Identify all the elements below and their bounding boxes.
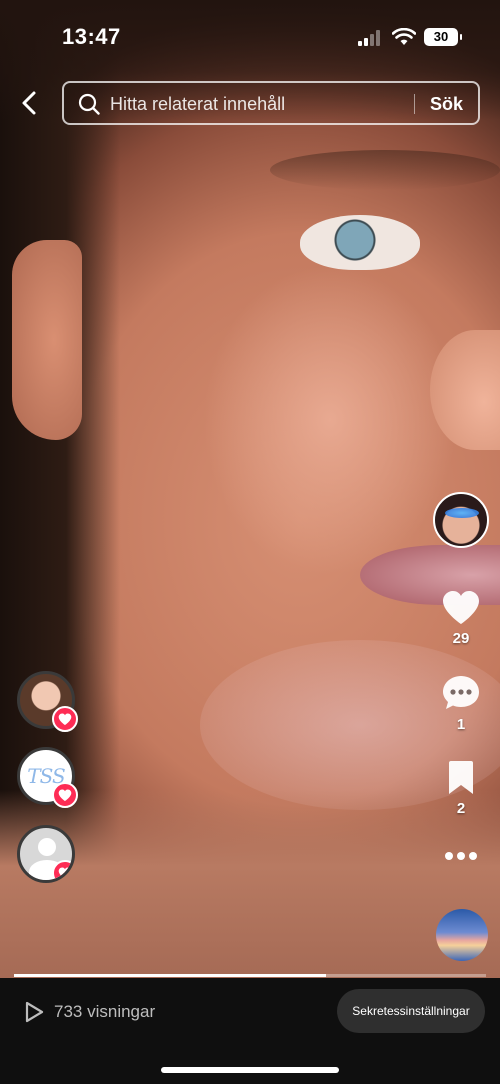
video-frame-eye (300, 215, 420, 270)
play-icon (25, 1001, 44, 1023)
view-count: 733 visningar (24, 1001, 155, 1023)
heart-badge-icon (52, 782, 78, 808)
music-disc[interactable] (436, 909, 488, 961)
search-button[interactable]: Sök (430, 94, 463, 115)
more-icon (445, 852, 477, 860)
search-divider (414, 94, 415, 114)
comment-button[interactable]: 1 (431, 674, 491, 733)
search-input[interactable]: Hitta relaterat innehåll (110, 94, 285, 115)
video-progress-bar[interactable] (14, 974, 486, 977)
video-frame-lower (0, 790, 500, 978)
search-icon (78, 93, 100, 115)
save-button[interactable]: 2 (431, 760, 491, 817)
status-bar: 13:47 30 (0, 0, 500, 70)
liker-avatar-default[interactable] (17, 825, 75, 883)
save-count: 2 (456, 800, 466, 817)
liker-avatar[interactable] (17, 671, 78, 732)
heart-badge-icon (52, 706, 78, 732)
like-button[interactable]: 29 (431, 590, 491, 647)
video-player[interactable] (0, 0, 500, 978)
heart-icon (443, 591, 479, 624)
battery-indicator: 30 (424, 28, 462, 46)
search-bar[interactable]: Hitta relaterat innehåll Sök (62, 81, 480, 125)
video-frame-nose (430, 330, 500, 450)
wifi-icon (392, 28, 416, 45)
video-frame-brow (270, 150, 500, 190)
video-progress-fill (14, 974, 326, 977)
comment-count: 1 (456, 716, 466, 733)
home-indicator (161, 1067, 339, 1073)
status-time: 13:47 (62, 24, 121, 49)
video-frame-ear (12, 240, 82, 440)
creator-avatar[interactable] (433, 492, 489, 548)
default-avatar-icon (38, 838, 56, 856)
privacy-settings-button[interactable]: Sekretessinställningar (337, 989, 485, 1033)
cellular-signal-icon (358, 30, 382, 46)
heart-badge-icon (52, 860, 72, 880)
chevron-left-icon[interactable] (16, 88, 44, 118)
bookmark-icon (449, 761, 473, 794)
like-count: 29 (452, 630, 470, 647)
view-count-label: 733 visningar (54, 1002, 156, 1021)
more-options-button[interactable] (431, 850, 491, 862)
liker-avatar[interactable]: TSS (17, 747, 78, 808)
comment-icon (443, 676, 479, 709)
